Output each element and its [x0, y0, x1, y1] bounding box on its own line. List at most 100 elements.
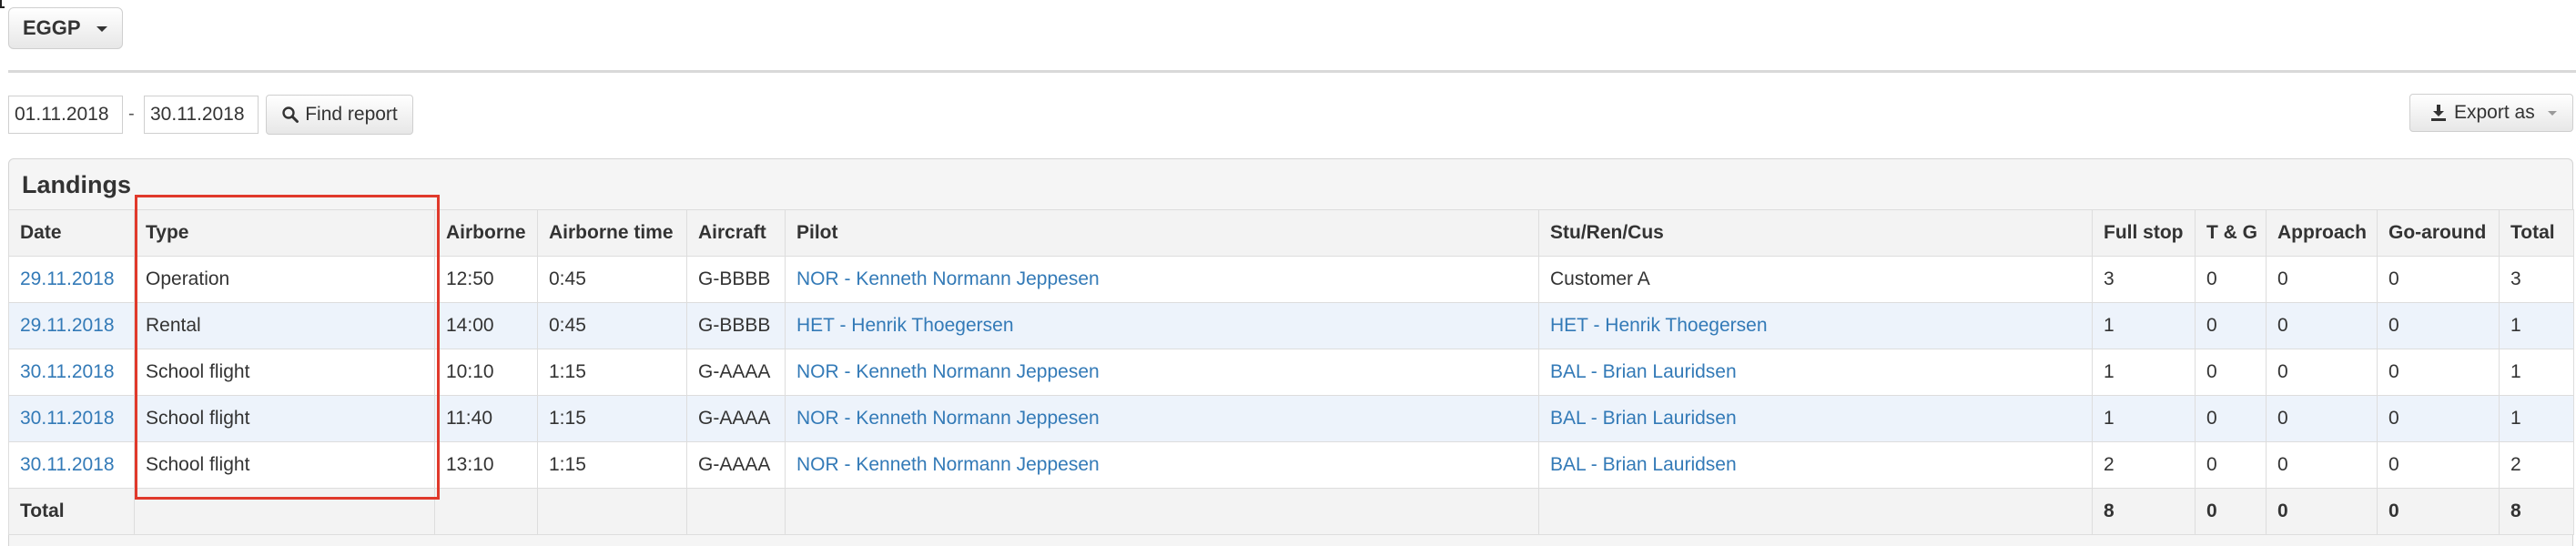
cell-approach: 0 — [2266, 302, 2378, 349]
cell-pilot: NOR - Kenneth Normann Jeppesen — [785, 441, 1539, 489]
cell-total: 2 — [2499, 441, 2574, 489]
cell-date: 29.11.2018 — [8, 256, 135, 303]
cell-aircraft: G-AAAA — [686, 395, 786, 442]
column-header-aircraft[interactable]: Aircraft — [686, 209, 786, 257]
cell-aircraft: G-AAAA — [686, 349, 786, 396]
column-header-airborne-time[interactable]: Airborne time — [537, 209, 687, 257]
landings-table: Date Type Airborne Airborne time Aircraf… — [8, 209, 2574, 535]
date-link[interactable]: 30.11.2018 — [20, 408, 115, 429]
column-header-type[interactable]: Type — [134, 209, 435, 257]
column-header-date[interactable]: Date — [8, 209, 135, 257]
cell-go-around: 0 — [2377, 256, 2500, 303]
date-link[interactable]: 30.11.2018 — [20, 361, 115, 382]
column-header-full-stop[interactable]: Full stop — [2092, 209, 2196, 257]
cell-airborne: 14:00 — [434, 302, 538, 349]
cell-stu-ren-cus: Customer A — [1538, 256, 2093, 303]
cell-full-stop: 2 — [2092, 441, 2196, 489]
pilot-link[interactable]: NOR - Kenneth Normann Jeppesen — [796, 268, 1100, 289]
caret-down-icon — [2547, 110, 2557, 116]
column-header-pilot[interactable]: Pilot — [785, 209, 1539, 257]
totals-empty — [1538, 488, 2093, 535]
date-link[interactable]: 30.11.2018 — [20, 454, 115, 475]
total-t-and-g: 0 — [2195, 488, 2267, 535]
cell-stu-ren-cus: BAL - Brian Lauridsen — [1538, 395, 2093, 442]
totals-label: Total — [8, 488, 135, 535]
cell-aircraft: G-BBBB — [686, 302, 786, 349]
cell-type: Operation — [134, 256, 435, 303]
divider — [8, 70, 2576, 73]
download-icon — [2431, 105, 2446, 121]
date-link[interactable]: 29.11.2018 — [20, 268, 115, 289]
pilot-link[interactable]: NOR - Kenneth Normann Jeppesen — [796, 454, 1100, 475]
airport-dropdown[interactable]: EGGP — [8, 7, 123, 49]
table-row: 30.11.2018 School flight 11:40 1:15 G-AA… — [8, 395, 2574, 442]
corner-mark — [0, 0, 5, 8]
cell-airborne-time: 0:45 — [537, 256, 687, 303]
cell-full-stop: 1 — [2092, 302, 2196, 349]
cell-airborne: 12:50 — [434, 256, 538, 303]
stu-ren-cus-link[interactable]: BAL - Brian Lauridsen — [1550, 454, 1737, 475]
column-header-go-around[interactable]: Go-around — [2377, 209, 2500, 257]
cell-airborne-time: 1:15 — [537, 441, 687, 489]
totals-empty — [134, 488, 435, 535]
cell-pilot: NOR - Kenneth Normann Jeppesen — [785, 395, 1539, 442]
totals-empty — [537, 488, 687, 535]
column-header-approach[interactable]: Approach — [2266, 209, 2378, 257]
cell-date: 29.11.2018 — [8, 302, 135, 349]
cell-total: 3 — [2499, 256, 2574, 303]
cell-t-and-g: 0 — [2195, 349, 2267, 396]
column-header-total[interactable]: Total — [2499, 209, 2574, 257]
total-approach: 0 — [2266, 488, 2378, 535]
column-header-t-and-g[interactable]: T & G — [2195, 209, 2267, 257]
total-full-stop: 8 — [2092, 488, 2196, 535]
cell-airborne: 11:40 — [434, 395, 538, 442]
cell-t-and-g: 0 — [2195, 395, 2267, 442]
date-from-input[interactable] — [8, 96, 123, 134]
cell-airborne-time: 0:45 — [537, 302, 687, 349]
cell-go-around: 0 — [2377, 395, 2500, 442]
date-link[interactable]: 29.11.2018 — [20, 315, 115, 336]
cell-stu-ren-cus: BAL - Brian Lauridsen — [1538, 441, 2093, 489]
cell-total: 1 — [2499, 349, 2574, 396]
pilot-link[interactable]: NOR - Kenneth Normann Jeppesen — [796, 361, 1100, 382]
stu-ren-cus-link[interactable]: BAL - Brian Lauridsen — [1550, 408, 1737, 429]
find-report-button[interactable]: Find report — [266, 95, 413, 135]
export-label: Export as — [2454, 102, 2535, 123]
stu-ren-cus-link[interactable]: HET - Henrik Thoegersen — [1550, 315, 1768, 336]
stu-ren-cus-link[interactable]: BAL - Brian Lauridsen — [1550, 361, 1737, 382]
cell-type: Rental — [134, 302, 435, 349]
cell-pilot: HET - Henrik Thoegersen — [785, 302, 1539, 349]
panel-title: Landings — [22, 171, 131, 198]
cell-aircraft: G-BBBB — [686, 256, 786, 303]
caret-down-icon — [96, 26, 107, 32]
column-header-stu-ren-cus[interactable]: Stu/Ren/Cus — [1538, 209, 2093, 257]
total-go-around: 0 — [2377, 488, 2500, 535]
cell-full-stop: 1 — [2092, 395, 2196, 442]
date-to-input[interactable] — [144, 96, 259, 134]
column-header-airborne[interactable]: Airborne — [434, 209, 538, 257]
total-total: 8 — [2499, 488, 2574, 535]
cell-approach: 0 — [2266, 349, 2378, 396]
cell-stu-ren-cus: HET - Henrik Thoegersen — [1538, 302, 2093, 349]
cell-type: School flight — [134, 349, 435, 396]
cell-t-and-g: 0 — [2195, 256, 2267, 303]
cell-t-and-g: 0 — [2195, 302, 2267, 349]
cell-airborne-time: 1:15 — [537, 395, 687, 442]
find-report-label: Find report — [305, 104, 398, 125]
cell-go-around: 0 — [2377, 349, 2500, 396]
table-row: 30.11.2018 School flight 10:10 1:15 G-AA… — [8, 349, 2574, 396]
cell-pilot: NOR - Kenneth Normann Jeppesen — [785, 349, 1539, 396]
cell-t-and-g: 0 — [2195, 441, 2267, 489]
totals-empty — [434, 488, 538, 535]
totals-row: Total 8 0 0 0 8 — [8, 488, 2574, 535]
cell-airborne: 13:10 — [434, 441, 538, 489]
cell-date: 30.11.2018 — [8, 395, 135, 442]
cell-type: School flight — [134, 441, 435, 489]
pilot-link[interactable]: NOR - Kenneth Normann Jeppesen — [796, 408, 1100, 429]
search-icon — [282, 106, 299, 123]
cell-date: 30.11.2018 — [8, 349, 135, 396]
cell-total: 1 — [2499, 302, 2574, 349]
export-button[interactable]: Export as — [2409, 94, 2573, 132]
table-row: 30.11.2018 School flight 13:10 1:15 G-AA… — [8, 441, 2574, 489]
pilot-link[interactable]: HET - Henrik Thoegersen — [796, 315, 1014, 336]
